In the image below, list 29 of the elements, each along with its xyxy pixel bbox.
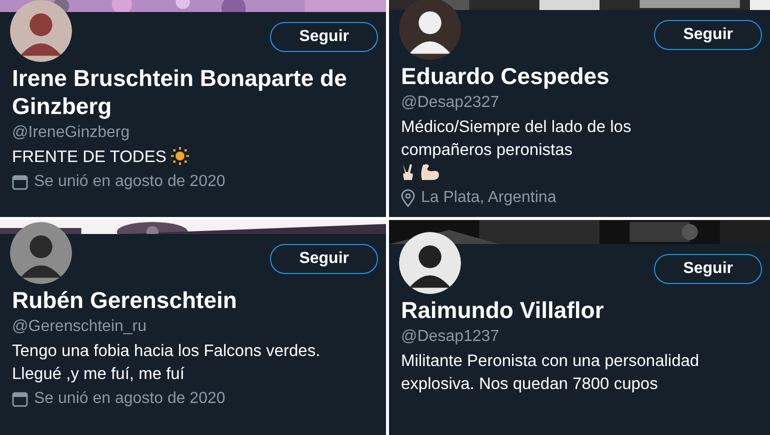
sun-icon <box>170 147 189 165</box>
profile-handle: @Gerenschtein_ru <box>12 318 148 336</box>
profile-bio: Médico/Siempre del lado de los compañeros peronistas <box>401 117 632 161</box>
profile-name: Irene Bruschtein Bonaparte de Ginzberg <box>12 64 347 120</box>
profile-bio: Militante Peronista con una personalidad explosiva. Nos quedan 7800 cupos <box>401 351 700 395</box>
profile-bio: FRENTE DE TODES <box>12 147 166 168</box>
profile-handle: @IreneGinzberg <box>12 124 131 142</box>
profile-name: Raimundo Villaflor <box>401 296 605 324</box>
avatar[interactable] <box>10 222 72 284</box>
follow-button[interactable]: Seguir <box>654 20 762 50</box>
avatar[interactable] <box>399 0 461 60</box>
join-date: Se unió en agosto de 2020 <box>34 173 226 191</box>
profile-location: La Plata, Argentina <box>421 189 556 207</box>
profile-handle: @Desap1237 <box>401 328 500 346</box>
profile-name: Eduardo Cespedes <box>401 62 610 90</box>
profile-bio: Tengo una fobia hacia los Falcons verdes. Llegué ,y me fuí, me fuí <box>12 341 322 385</box>
follow-button[interactable]: Seguir <box>654 254 762 284</box>
calendar-icon <box>12 174 28 190</box>
profile-name: Rubén Gerenschtein <box>12 286 238 314</box>
profile-handle: @Desap2327 <box>401 94 500 112</box>
avatar[interactable] <box>399 232 461 294</box>
calendar-icon <box>12 391 28 407</box>
victory-hand-icon <box>401 163 415 181</box>
follow-button[interactable]: Seguir <box>270 244 378 274</box>
follow-button[interactable]: Seguir <box>270 22 378 52</box>
location-pin-icon <box>401 189 415 207</box>
flexed-arm-icon <box>420 163 440 181</box>
avatar[interactable] <box>10 0 72 62</box>
join-date: Se unió en agosto de 2020 <box>34 390 226 408</box>
